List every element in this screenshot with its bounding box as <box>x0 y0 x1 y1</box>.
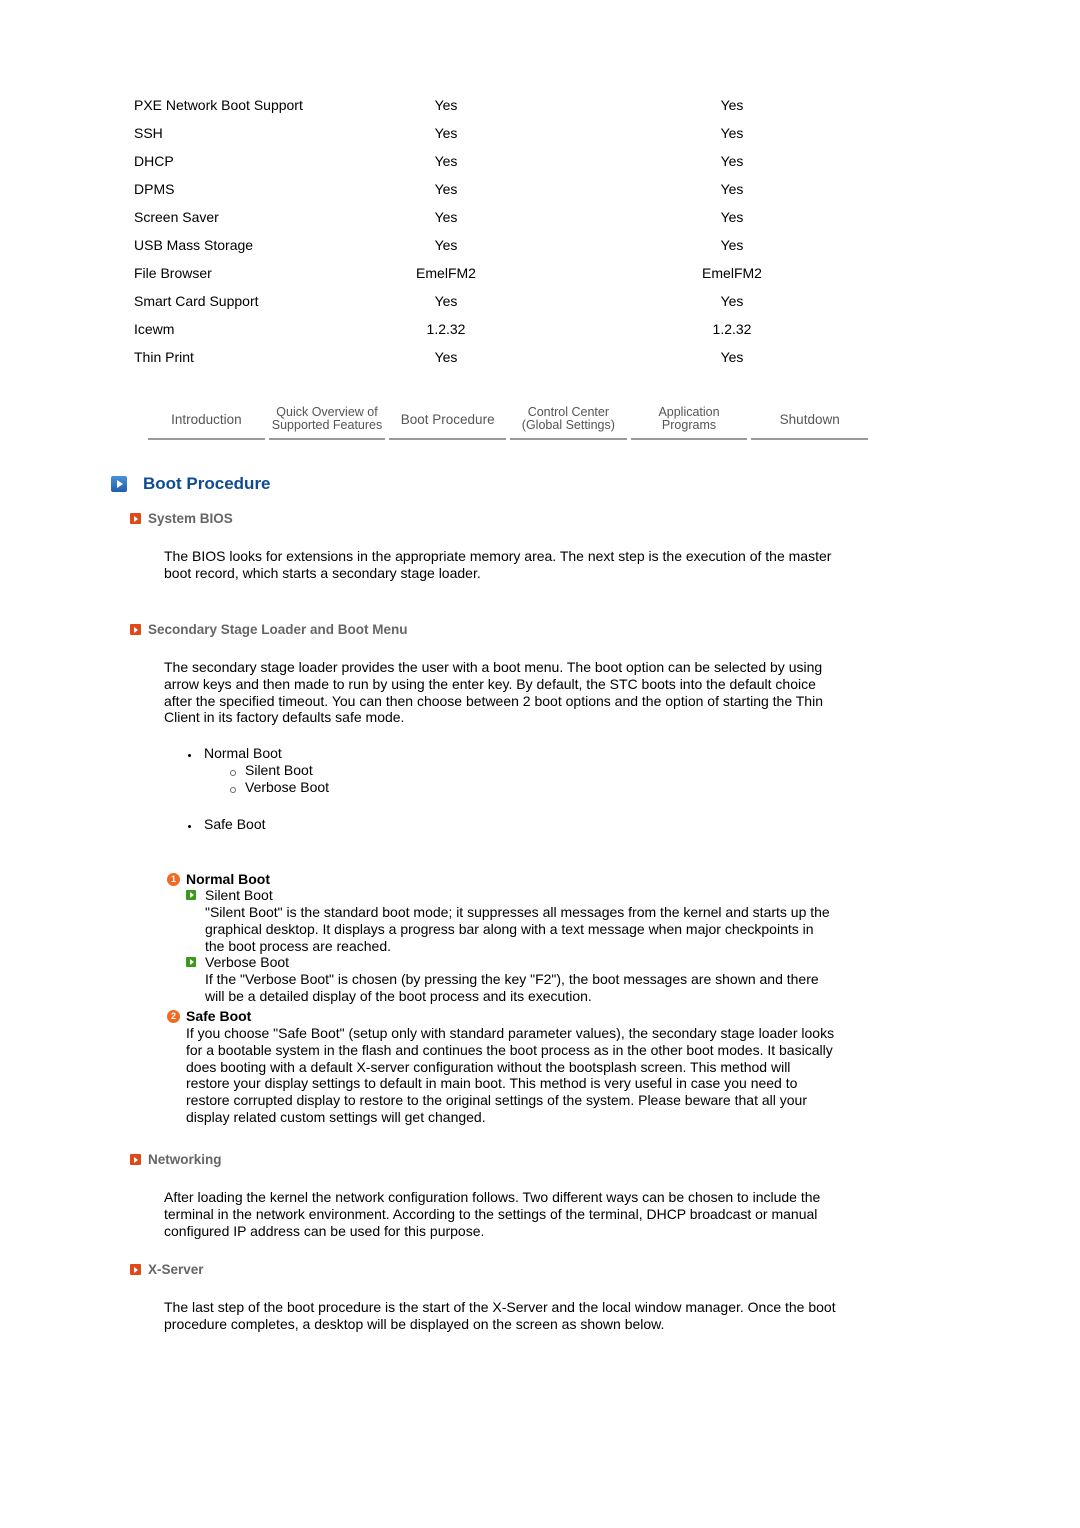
verbose-boot-text: If the "Verbose Boot" is chosen (by pres… <box>205 971 819 1004</box>
feature-value: Yes <box>434 125 458 141</box>
feature-name: Thin Print <box>134 349 194 365</box>
nav-tab-label: Introduction <box>171 411 242 427</box>
feature-value: Yes <box>720 293 744 309</box>
feature-value: Yes <box>434 209 458 225</box>
number-one-icon: 1 <box>167 872 180 886</box>
feature-value: Yes <box>434 349 458 365</box>
feature-name: File Browser <box>134 265 212 281</box>
nav-tab-label: Quick Overview of Supported Features <box>272 406 383 432</box>
feature-value: Yes <box>434 237 458 253</box>
subheading-verbose-boot: Verbose Boot <box>186 954 289 970</box>
feature-name: SSH <box>134 125 163 141</box>
subheading-text: Verbose Boot <box>205 954 290 970</box>
feature-value: 1.2.32 <box>426 321 466 337</box>
feature-name: Screen Saver <box>134 209 219 225</box>
nav-tab-label-line2: Programs <box>661 418 717 432</box>
subheading-silent-boot: Silent Boot <box>186 887 273 903</box>
feature-name: Smart Card Support <box>134 293 259 309</box>
xserver-text: The last step of the boot procedure is t… <box>164 1299 836 1332</box>
feature-value: Yes <box>434 293 458 309</box>
feature-value: Yes <box>720 125 744 141</box>
nav-tab-label-line1: Control Center <box>527 405 609 419</box>
nav-tab-application-programs[interactable]: Application Programs <box>630 404 748 440</box>
silent-boot-text: "Silent Boot" is the standard boot mode;… <box>205 904 830 954</box>
feature-value: EmelFM2 <box>416 265 476 281</box>
feature-name: DPMS <box>134 181 175 197</box>
nav-tab-label: Application Programs <box>658 406 719 432</box>
table-row: USB Mass Storage Yes Yes <box>134 235 834 263</box>
nav-tab-label-line2: Supported Features <box>271 418 383 432</box>
system-bios-text: The BIOS looks for extensions in the app… <box>164 548 832 581</box>
nav-tab-control-center[interactable]: Control Center (Global Settings) <box>510 404 627 440</box>
feature-value: Yes <box>720 97 744 113</box>
loader-text: The secondary stage loader provides the … <box>164 659 823 726</box>
table-row: File Browser EmelFM2 EmelFM2 <box>134 263 834 291</box>
nav-tab-quick-overview[interactable]: Quick Overview of Supported Features <box>268 404 386 440</box>
section-title: Boot Procedure <box>111 474 271 494</box>
list-subitem: Silent Boot <box>186 762 329 779</box>
feature-value: Yes <box>720 181 744 197</box>
heading-system-bios: System BIOS <box>130 511 233 526</box>
list-item: Safe Boot <box>186 816 329 833</box>
heading-text: Secondary Stage Loader and Boot Menu <box>148 622 408 637</box>
heading-loader: Secondary Stage Loader and Boot Menu <box>130 622 408 637</box>
page-title: Boot Procedure <box>143 474 271 493</box>
feature-name: DHCP <box>134 153 174 169</box>
nav-tab-label: Boot Procedure <box>400 411 495 427</box>
nav-tab-introduction[interactable]: Introduction <box>148 404 265 440</box>
heading-text: Normal Boot <box>186 871 270 887</box>
table-row: Thin Print Yes Yes <box>134 347 834 375</box>
table-row: SSH Yes Yes <box>134 123 834 151</box>
nav-tab-label-line2: (Global Settings) <box>521 418 615 432</box>
arrow-bullet-icon <box>130 1264 141 1275</box>
feature-name: PXE Network Boot Support <box>134 97 303 113</box>
green-arrow-icon <box>186 957 196 967</box>
nav-tab-label-line1: Quick Overview of <box>276 405 378 419</box>
list-item: Normal Boot <box>186 745 329 762</box>
heading-normal-boot: 1 Normal Boot <box>167 871 270 887</box>
arrow-bullet-icon <box>130 513 141 524</box>
feature-value: Yes <box>434 181 458 197</box>
heading-text: X-Server <box>148 1262 204 1277</box>
feature-name: Icewm <box>134 321 175 337</box>
nav-tab-label-line1: Application <box>658 405 720 419</box>
heading-networking: Networking <box>130 1152 222 1167</box>
nav-tab-label: Shutdown <box>779 411 840 427</box>
networking-text: After loading the kernel the network con… <box>164 1189 821 1239</box>
table-row: Smart Card Support Yes Yes <box>134 291 834 319</box>
play-arrow-icon <box>111 476 127 492</box>
arrow-bullet-icon <box>130 1154 141 1165</box>
features-table: PXE Network Boot Support Yes Yes SSH Yes Yes… <box>134 95 834 375</box>
table-row: DHCP Yes Yes <box>134 151 834 179</box>
feature-value: Yes <box>720 349 744 365</box>
feature-value: Yes <box>434 97 458 113</box>
section-nav: Introduction Quick Overview of Supported … <box>148 404 869 440</box>
green-arrow-icon <box>186 890 196 900</box>
table-row: PXE Network Boot Support Yes Yes <box>134 95 834 123</box>
feature-value: EmelFM2 <box>702 265 762 281</box>
heading-safe-boot: 2 Safe Boot <box>167 1008 251 1024</box>
nav-tab-label: Control Center (Global Settings) <box>522 406 615 432</box>
table-row: DPMS Yes Yes <box>134 179 834 207</box>
nav-tab-boot-procedure[interactable]: Boot Procedure <box>389 404 507 440</box>
table-row: Screen Saver Yes Yes <box>134 207 834 235</box>
feature-value: Yes <box>434 153 458 169</box>
safe-boot-text: If you choose "Safe Boot" (setup only wi… <box>186 1025 835 1125</box>
feature-value: Yes <box>720 209 744 225</box>
number-two-icon: 2 <box>167 1009 180 1023</box>
list-subitem: Verbose Boot <box>186 779 329 796</box>
boot-options-list: Normal Boot Silent Boot Verbose Boot Saf… <box>186 745 329 833</box>
nav-tab-shutdown[interactable]: Shutdown <box>751 404 869 440</box>
heading-text: System BIOS <box>148 511 233 526</box>
heading-text: Networking <box>148 1152 222 1167</box>
feature-value: Yes <box>720 237 744 253</box>
heading-text: Safe Boot <box>186 1008 252 1024</box>
subheading-text: Silent Boot <box>205 887 273 903</box>
arrow-bullet-icon <box>130 624 141 635</box>
feature-value: Yes <box>720 153 744 169</box>
feature-value: 1.2.32 <box>712 321 752 337</box>
feature-name: USB Mass Storage <box>134 237 254 253</box>
heading-xserver: X-Server <box>130 1262 204 1277</box>
table-row: Icewm 1.2.32 1.2.32 <box>134 319 834 347</box>
